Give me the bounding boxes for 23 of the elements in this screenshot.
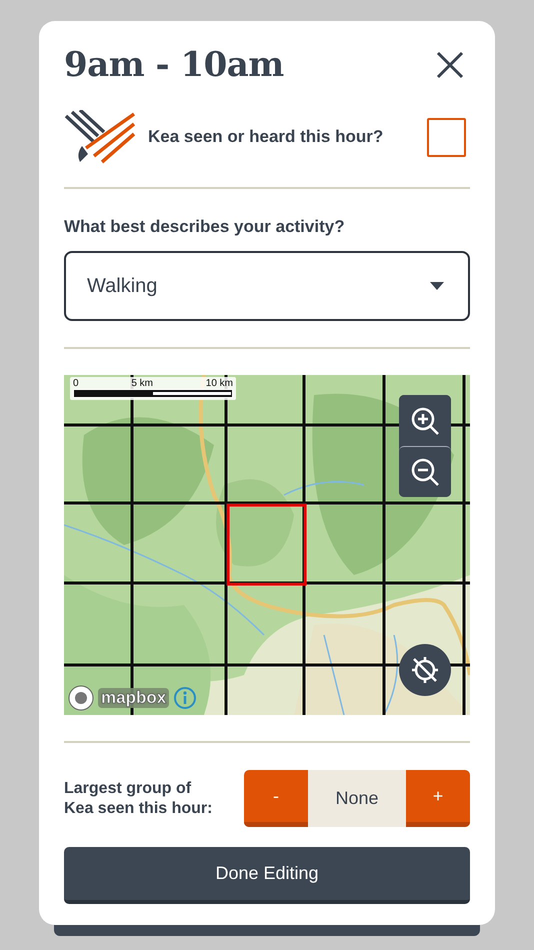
feather-icon	[64, 110, 136, 164]
mapbox-logo-icon	[68, 685, 94, 711]
scale-label: 10 km	[206, 378, 233, 389]
scale-label: 5 km	[131, 378, 153, 389]
zoom-out-icon	[410, 457, 440, 487]
kea-checkbox[interactable]	[427, 118, 466, 156]
activity-dropdown[interactable]: Walking	[64, 251, 470, 321]
group-size-label: Largest group of Kea seen this hour:	[64, 778, 214, 818]
close-icon	[436, 51, 464, 79]
increment-button[interactable]: +	[406, 770, 470, 827]
done-editing-button[interactable]: Done Editing	[64, 847, 470, 904]
caret-icon	[430, 282, 444, 290]
decrement-button[interactable]: -	[244, 770, 308, 827]
mapbox-logo[interactable]: mapbox	[98, 688, 170, 708]
dialog-title: 9am - 10am	[64, 45, 284, 85]
kea-question: Kea seen or heard this hour?	[148, 127, 384, 147]
location-off-icon	[410, 655, 440, 685]
activity-question: What best describes your activity?	[64, 217, 346, 237]
close-button[interactable]	[436, 51, 464, 79]
zoom-out-button[interactable]	[399, 446, 451, 497]
scale-label: 0	[73, 378, 79, 389]
group-size-value: None	[308, 770, 406, 827]
zoom-in-icon	[410, 406, 440, 436]
